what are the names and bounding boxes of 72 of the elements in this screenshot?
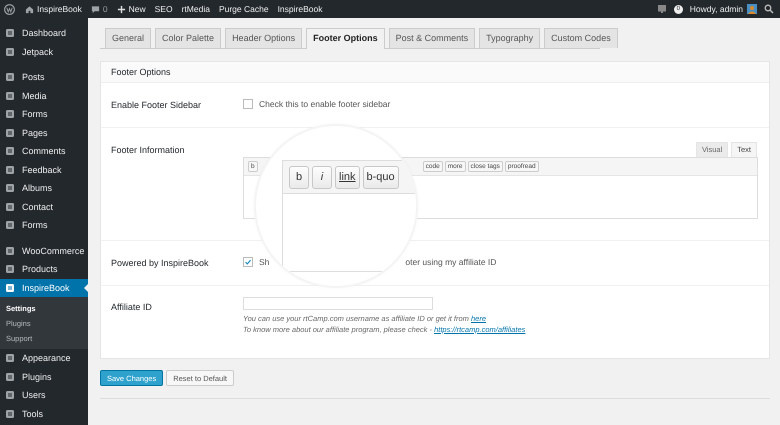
settings-tab[interactable]: General — [105, 28, 152, 48]
menu-item-icon — [5, 109, 15, 120]
magnified-toolbar-button[interactable]: b-quo — [362, 166, 399, 188]
sidebar-item[interactable]: Plugins — [0, 368, 88, 386]
menu-item-icon — [5, 72, 15, 82]
search-icon[interactable] — [764, 4, 774, 14]
settings-tab[interactable]: Post & Comments — [388, 28, 476, 48]
sidebar-item[interactable]: Contact — [0, 198, 88, 216]
account-link[interactable]: Howdy, admin — [690, 4, 743, 14]
field-label: Enable Footer Sidebar — [111, 100, 202, 112]
sidebar-item[interactable]: Dashboard — [0, 24, 88, 42]
menu-item-icon — [5, 146, 15, 156]
field-label: Powered by InspireBook — [111, 258, 210, 270]
plus-icon — [116, 4, 126, 14]
checkbox-label: Check this to enable footer sidebar — [259, 99, 390, 109]
sidebar-item[interactable]: WooCommerce — [0, 242, 88, 260]
menu-item-icon — [5, 246, 15, 256]
menu-item-icon — [5, 353, 15, 364]
settings-tab[interactable]: Custom Codes — [544, 28, 618, 48]
sidebar-item[interactable]: Forms — [0, 105, 88, 124]
menu-item-icon — [5, 28, 15, 38]
sidebar-item[interactable]: Appearance — [0, 349, 88, 368]
sidebar-item[interactable]: Forms — [0, 216, 88, 234]
new-link[interactable]: New — [116, 4, 146, 14]
home-icon — [25, 4, 34, 14]
sidebar-item[interactable]: Jetpack — [0, 42, 88, 61]
toolbar-link[interactable]: rtMedia — [182, 4, 210, 14]
field-label: Footer Information — [111, 145, 186, 157]
site-link[interactable]: InspireBook — [25, 4, 82, 14]
checkbox-label: oter using my affiliate ID — [405, 257, 496, 267]
settings-tab[interactable]: Header Options — [225, 28, 302, 48]
toolbar-link[interactable]: InspireBook — [278, 4, 322, 14]
monitor-icon[interactable] — [656, 4, 667, 14]
menu-item-icon — [5, 46, 15, 57]
toolbar-link[interactable]: Purge Cache — [218, 4, 269, 14]
menu-item-icon — [5, 282, 15, 293]
sidebar-item[interactable]: Pages — [0, 124, 88, 142]
menu-item-icon — [5, 202, 15, 212]
magnified-toolbar-button[interactable]: link — [335, 166, 360, 188]
sidebar-item[interactable]: InspireBook — [0, 278, 88, 297]
checkbox[interactable] — [243, 99, 253, 109]
sidebar-item[interactable]: Albums — [0, 179, 88, 198]
toolbar-link[interactable]: SEO — [154, 4, 173, 14]
settings-tab[interactable]: Color Palette — [155, 28, 222, 48]
sidebar-item[interactable]: Products — [0, 260, 88, 278]
sidebar-item[interactable]: Media — [0, 86, 88, 105]
menu-item-icon — [5, 128, 15, 138]
affiliate-id-field[interactable] — [243, 297, 433, 310]
menu-item-icon — [5, 164, 15, 175]
settings-tab[interactable]: Typography — [479, 28, 540, 48]
wordpress-logo-icon[interactable] — [4, 4, 15, 14]
comments-link[interactable]: 0 — [90, 4, 108, 14]
sidebar-item[interactable]: Comments — [0, 142, 88, 160]
menu-item-icon — [5, 264, 15, 274]
field-label: Affiliate ID — [111, 302, 153, 314]
menu-item-icon — [5, 220, 15, 230]
sidebar-item[interactable]: Tools — [0, 404, 88, 423]
checkbox-label: Sh — [259, 257, 270, 267]
magnified-toolbar-button[interactable]: b — [289, 166, 309, 188]
sidebar-item[interactable]: Users — [0, 386, 88, 404]
panel-title: Footer Options — [111, 67, 171, 77]
menu-item-icon — [5, 183, 15, 194]
menu-item-icon — [5, 372, 15, 382]
sidebar-item[interactable]: Posts — [0, 68, 88, 86]
menu-item-icon — [5, 390, 15, 400]
sidebar-item[interactable]: Feedback — [0, 160, 88, 179]
menu-item-icon — [5, 408, 15, 419]
menu-item-icon — [5, 90, 15, 101]
speech-bubble-icon — [90, 4, 100, 14]
checkbox[interactable] — [243, 257, 253, 267]
settings-tab[interactable]: Footer Options — [306, 28, 385, 49]
magnified-toolbar-button[interactable]: i — [312, 166, 332, 188]
